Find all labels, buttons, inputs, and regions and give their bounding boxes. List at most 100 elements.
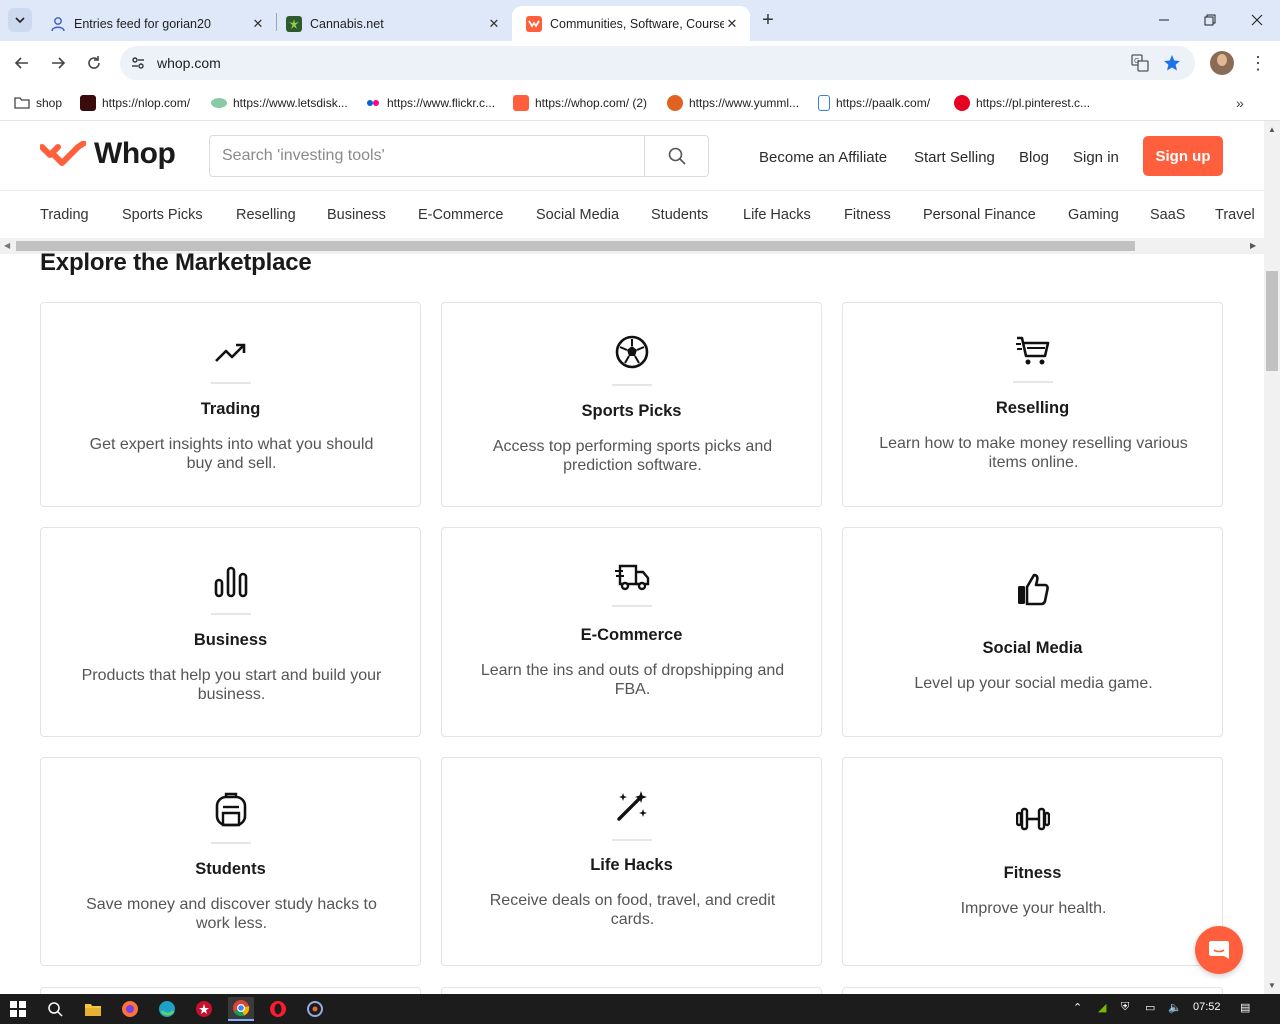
category-fitness[interactable]: Fitness	[844, 207, 891, 223]
card-trading[interactable]: Trading Get expert insights into what yo…	[40, 302, 421, 507]
tab-search-button[interactable]	[8, 8, 32, 32]
folder-icon	[14, 97, 30, 109]
category-nav: Trading Sports Picks Reselling Business …	[0, 191, 1264, 239]
vertical-scrollbar[interactable]: ▲ ▼	[1264, 121, 1280, 994]
scrollbar-thumb[interactable]	[1266, 271, 1278, 371]
site-info-icon[interactable]	[128, 53, 148, 73]
translate-icon[interactable]: G	[1130, 53, 1150, 73]
pinterest-icon	[954, 95, 970, 111]
url-text[interactable]: whop.com	[157, 55, 221, 71]
back-button[interactable]	[10, 51, 34, 75]
tab-cannabis[interactable]: Cannabis.net ✕	[272, 6, 512, 41]
new-tab-button[interactable]: +	[758, 10, 778, 30]
windows-taskbar: ⌃ ◢ ⛨ ▭ 🔈 07:52 ▤	[0, 994, 1280, 1024]
file-explorer-icon[interactable]	[80, 997, 106, 1021]
network-icon[interactable]: ▭	[1145, 1001, 1155, 1014]
card-title: Students	[195, 860, 266, 878]
bookmark-whop[interactable]: https://whop.com/ (2)	[513, 93, 647, 113]
search-input[interactable]	[210, 136, 644, 176]
bookmark-label: https://www.yumml...	[689, 96, 800, 110]
card-partial[interactable]	[40, 987, 421, 994]
card-fitness[interactable]: Fitness Improve your health.	[842, 757, 1223, 966]
profile-avatar[interactable]	[1210, 51, 1234, 75]
search-button[interactable]	[644, 136, 708, 176]
category-reselling[interactable]: Reselling	[236, 207, 296, 223]
card-students[interactable]: Students Save money and discover study h…	[40, 757, 421, 966]
bookmark-flickr[interactable]: https://www.flickr.c...	[365, 93, 495, 113]
volume-icon[interactable]: 🔈	[1168, 1001, 1182, 1014]
card-life-hacks[interactable]: Life Hacks Receive deals on food, travel…	[441, 757, 822, 966]
restore-icon[interactable]	[1198, 8, 1222, 32]
firefox-icon[interactable]	[117, 997, 143, 1021]
become-affiliate-link[interactable]: Become an Affiliate	[759, 149, 887, 166]
scroll-up-icon[interactable]: ▲	[1268, 125, 1276, 134]
tab-entries-feed[interactable]: Entries feed for gorian20 ✕	[36, 6, 276, 41]
sign-in-link[interactable]: Sign in	[1073, 149, 1119, 166]
card-description: Receive deals on food, travel, and credi…	[489, 892, 776, 928]
tab-whop[interactable]: Communities, Software, Course ✕	[512, 6, 750, 41]
arrow-right-icon	[52, 57, 66, 69]
tab-strip: Entries feed for gorian20 ✕ Cannabis.net…	[0, 0, 1280, 41]
scroll-down-icon[interactable]: ▼	[1268, 981, 1276, 990]
bookmark-letsdisk[interactable]: https://www.letsdisk...	[211, 93, 348, 113]
site-header: Whop Become an Affiliate Start Selling B…	[0, 121, 1264, 191]
category-social-media[interactable]: Social Media	[536, 207, 619, 223]
category-gaming[interactable]: Gaming	[1068, 207, 1119, 223]
security-icon[interactable]: ⛨	[1121, 1001, 1129, 1014]
thumbs-up-icon	[1013, 569, 1053, 609]
whop-logo[interactable]: Whop	[40, 137, 176, 171]
clock[interactable]: 07:52	[1193, 1001, 1221, 1013]
card-social-media[interactable]: Social Media Level up your social media …	[842, 527, 1223, 737]
close-icon[interactable]: ✕	[724, 16, 740, 32]
soccer-ball-icon	[612, 332, 652, 372]
bookmark-paalk[interactable]: https://paalk.com/	[818, 93, 930, 113]
close-icon[interactable]: ✕	[486, 16, 502, 32]
notifications-icon[interactable]: ▤	[1240, 1001, 1250, 1014]
category-sports-picks[interactable]: Sports Picks	[122, 207, 203, 223]
card-e-commerce[interactable]: E-Commerce Learn the ins and outs of dro…	[441, 527, 822, 737]
category-students[interactable]: Students	[651, 207, 708, 223]
more-menu-icon[interactable]: ⋮	[1249, 51, 1267, 75]
reload-button[interactable]	[82, 51, 106, 75]
forward-button[interactable]	[46, 51, 70, 75]
category-personal-finance[interactable]: Personal Finance	[923, 207, 1036, 223]
windows-start-icon[interactable]	[5, 997, 31, 1021]
card-reselling[interactable]: Reselling Learn how to make money resell…	[842, 302, 1223, 507]
card-sports-picks[interactable]: Sports Picks Access top performing sport…	[441, 302, 822, 507]
card-partial[interactable]	[441, 987, 822, 994]
category-travel[interactable]: Travel	[1215, 207, 1255, 223]
chrome-icon[interactable]	[228, 997, 254, 1021]
sign-up-button[interactable]: Sign up	[1143, 136, 1223, 176]
close-window-icon[interactable]	[1245, 8, 1269, 32]
app-icon[interactable]	[302, 997, 328, 1021]
more-bookmarks-icon[interactable]: »	[1236, 95, 1244, 111]
bookmarks-bar: shop https://nlop.com/ https://www.letsd…	[0, 85, 1280, 121]
category-saas[interactable]: SaaS	[1150, 207, 1185, 223]
category-e-commerce[interactable]: E-Commerce	[418, 207, 503, 223]
pokerstars-icon[interactable]	[191, 997, 217, 1021]
category-business[interactable]: Business	[327, 207, 386, 223]
start-selling-link[interactable]: Start Selling	[914, 149, 995, 166]
edge-icon[interactable]	[154, 997, 180, 1021]
blog-link[interactable]: Blog	[1019, 149, 1049, 166]
scroll-left-icon[interactable]: ◀	[4, 241, 10, 250]
yummly-icon	[667, 95, 683, 111]
scroll-right-icon[interactable]: ▶	[1250, 241, 1256, 250]
chat-support-button[interactable]	[1195, 926, 1243, 974]
card-partial[interactable]	[842, 987, 1223, 994]
close-icon[interactable]: ✕	[250, 16, 266, 32]
bookmark-shop[interactable]: shop	[14, 93, 62, 113]
minimize-icon[interactable]	[1152, 8, 1176, 32]
opera-icon[interactable]	[265, 997, 291, 1021]
category-trading[interactable]: Trading	[40, 207, 89, 223]
bookmark-nlop[interactable]: https://nlop.com/	[80, 93, 190, 113]
bookmark-star-icon[interactable]	[1162, 53, 1182, 73]
address-bar[interactable]: whop.com G	[120, 46, 1195, 80]
nvidia-icon[interactable]: ◢	[1098, 1001, 1106, 1014]
bookmark-yummly[interactable]: https://www.yumml...	[667, 93, 799, 113]
card-business[interactable]: Business Products that help you start an…	[40, 527, 421, 737]
bookmark-pinterest[interactable]: https://pl.pinterest.c...	[954, 93, 1090, 113]
tray-chevron-icon[interactable]: ⌃	[1073, 1001, 1082, 1014]
category-life-hacks[interactable]: Life Hacks	[743, 207, 811, 223]
search-icon[interactable]	[42, 997, 68, 1021]
